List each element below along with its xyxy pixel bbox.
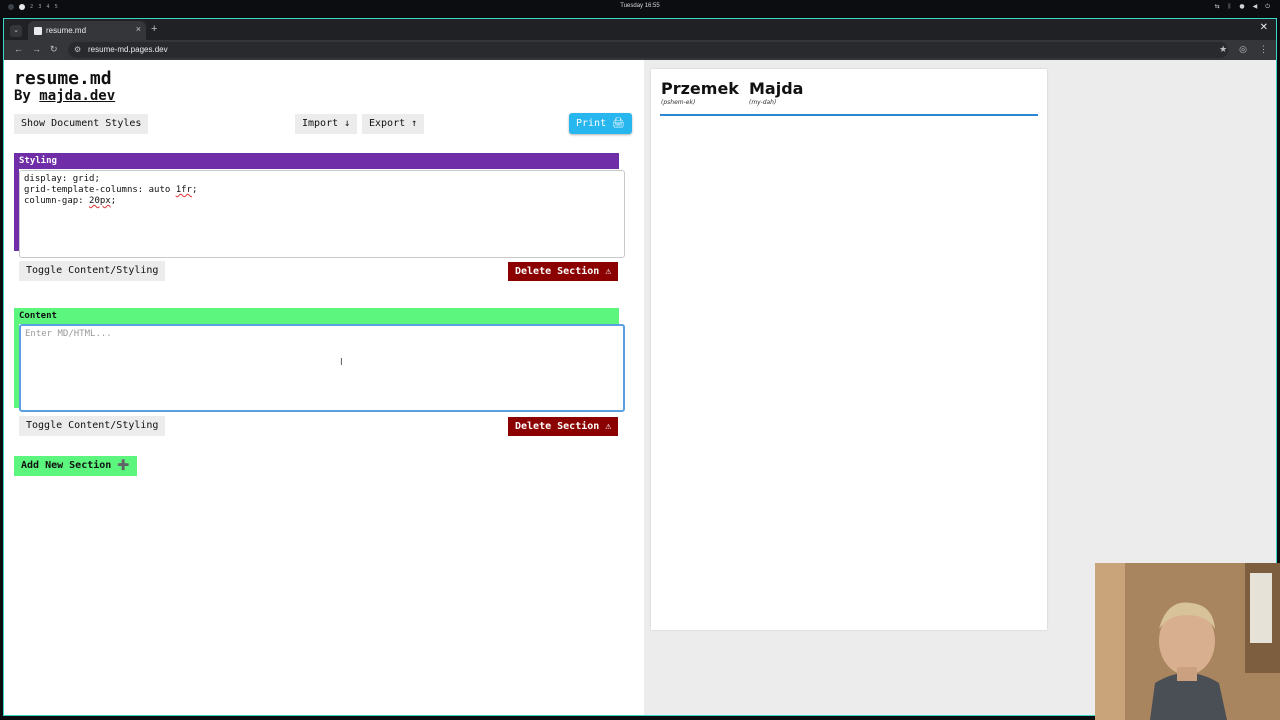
app-title: resume.md <box>14 68 112 89</box>
toolbar-actions: ★ ◎ ⋮ <box>1219 44 1268 55</box>
styling-section: Styling display: grid; grid-template-colu… <box>14 153 626 283</box>
back-icon[interactable]: ← <box>14 44 23 54</box>
tab-title: resume.md <box>46 26 87 35</box>
delete-section-button[interactable]: Delete Section ⚠ <box>508 262 619 281</box>
omnibox[interactable]: ⚙ resume-md.pages.dev <box>68 42 1228 58</box>
export-button[interactable]: Export ↑ <box>362 114 425 134</box>
os-top-bar: 2 3 4 5 Tuesday 16:55 ⇆ ᛒ ● ◀ ⏻ <box>0 0 1280 14</box>
address-bar-row: ← → ↻ ⚙ resume-md.pages.dev ★ ◎ ⋮ <box>3 40 1277 60</box>
webcam-feed <box>1095 563 1280 720</box>
tab-close-icon[interactable]: × <box>136 24 141 34</box>
section-header: Styling <box>14 153 619 169</box>
first-name-pronunciation: (pshem-ek) <box>661 99 696 106</box>
bluetooth-icon[interactable]: ᛒ <box>1228 3 1232 11</box>
app-byline: By majda.dev <box>14 88 115 104</box>
power-icon[interactable]: ⏻ <box>1265 3 1270 11</box>
last-name-pronunciation: (my-dah) <box>749 99 777 106</box>
microphone-icon[interactable]: ● <box>1239 3 1244 11</box>
print-button[interactable]: Print 🖨 <box>569 113 632 134</box>
add-new-section-button[interactable]: Add New Section ➕ <box>14 456 137 476</box>
delete-section-button[interactable]: Delete Section ⚠ <box>508 417 619 436</box>
first-name: Przemek <box>661 79 739 98</box>
profile-icon[interactable]: ◎ <box>1239 44 1247 55</box>
webcam-overlay <box>1095 563 1280 720</box>
toggle-content-styling-button[interactable]: Toggle Content/Styling <box>19 261 166 281</box>
byline-prefix: By <box>14 88 40 104</box>
browser-tab[interactable]: resume.md × <box>28 21 146 41</box>
window-close-icon[interactable]: ✕ <box>1260 22 1268 33</box>
site-info-icon[interactable]: ⚙ <box>74 45 81 54</box>
import-button[interactable]: Import ↓ <box>295 114 358 134</box>
page-viewport: resume.md By majda.dev Show Document Sty… <box>3 60 1277 716</box>
reload-icon[interactable]: ↻ <box>50 44 58 55</box>
content-placeholder: Enter MD/HTML... <box>25 329 112 339</box>
content-section: Content Enter MD/HTML... Toggle Content/… <box>14 308 626 438</box>
url-text[interactable]: resume-md.pages.dev <box>88 45 168 54</box>
section-header: Content <box>14 308 619 324</box>
favicon-icon <box>34 27 42 35</box>
text-cursor-icon: I <box>340 357 343 368</box>
toggle-content-styling-button[interactable]: Toggle Content/Styling <box>19 416 166 436</box>
last-name: Majda <box>749 79 804 98</box>
editor-panel: resume.md By majda.dev Show Document Sty… <box>4 60 644 715</box>
resume-divider <box>660 114 1038 116</box>
dropbox-icon[interactable]: ⇆ <box>1215 3 1220 11</box>
volume-icon[interactable]: ◀ <box>1253 3 1258 11</box>
tab-search-icon[interactable]: ⌄ <box>10 25 22 37</box>
clock[interactable]: Tuesday 16:55 <box>0 3 1280 9</box>
forward-icon[interactable]: → <box>32 44 41 54</box>
system-tray: ⇆ ᛒ ● ◀ ⏻ <box>1215 3 1270 11</box>
resume-page: Przemek (pshem-ek) Majda (my-dah) <box>651 69 1047 630</box>
kebab-menu-icon[interactable]: ⋮ <box>1259 44 1268 55</box>
tab-strip: ⌄ resume.md × + ✕ <box>3 18 1277 41</box>
code-line: display: grid; <box>24 174 100 184</box>
code-line: grid-template-columns: auto 1fr; <box>24 185 198 195</box>
content-textarea[interactable]: Enter MD/HTML... <box>19 324 625 412</box>
code-line: column-gap: 20px; <box>24 196 117 206</box>
new-tab-icon[interactable]: + <box>151 23 157 35</box>
show-document-styles-button[interactable]: Show Document Styles <box>14 114 149 134</box>
styling-textarea[interactable]: display: grid; grid-template-columns: aut… <box>19 170 625 258</box>
author-link[interactable]: majda.dev <box>39 88 115 104</box>
bookmark-star-icon[interactable]: ★ <box>1219 44 1227 55</box>
